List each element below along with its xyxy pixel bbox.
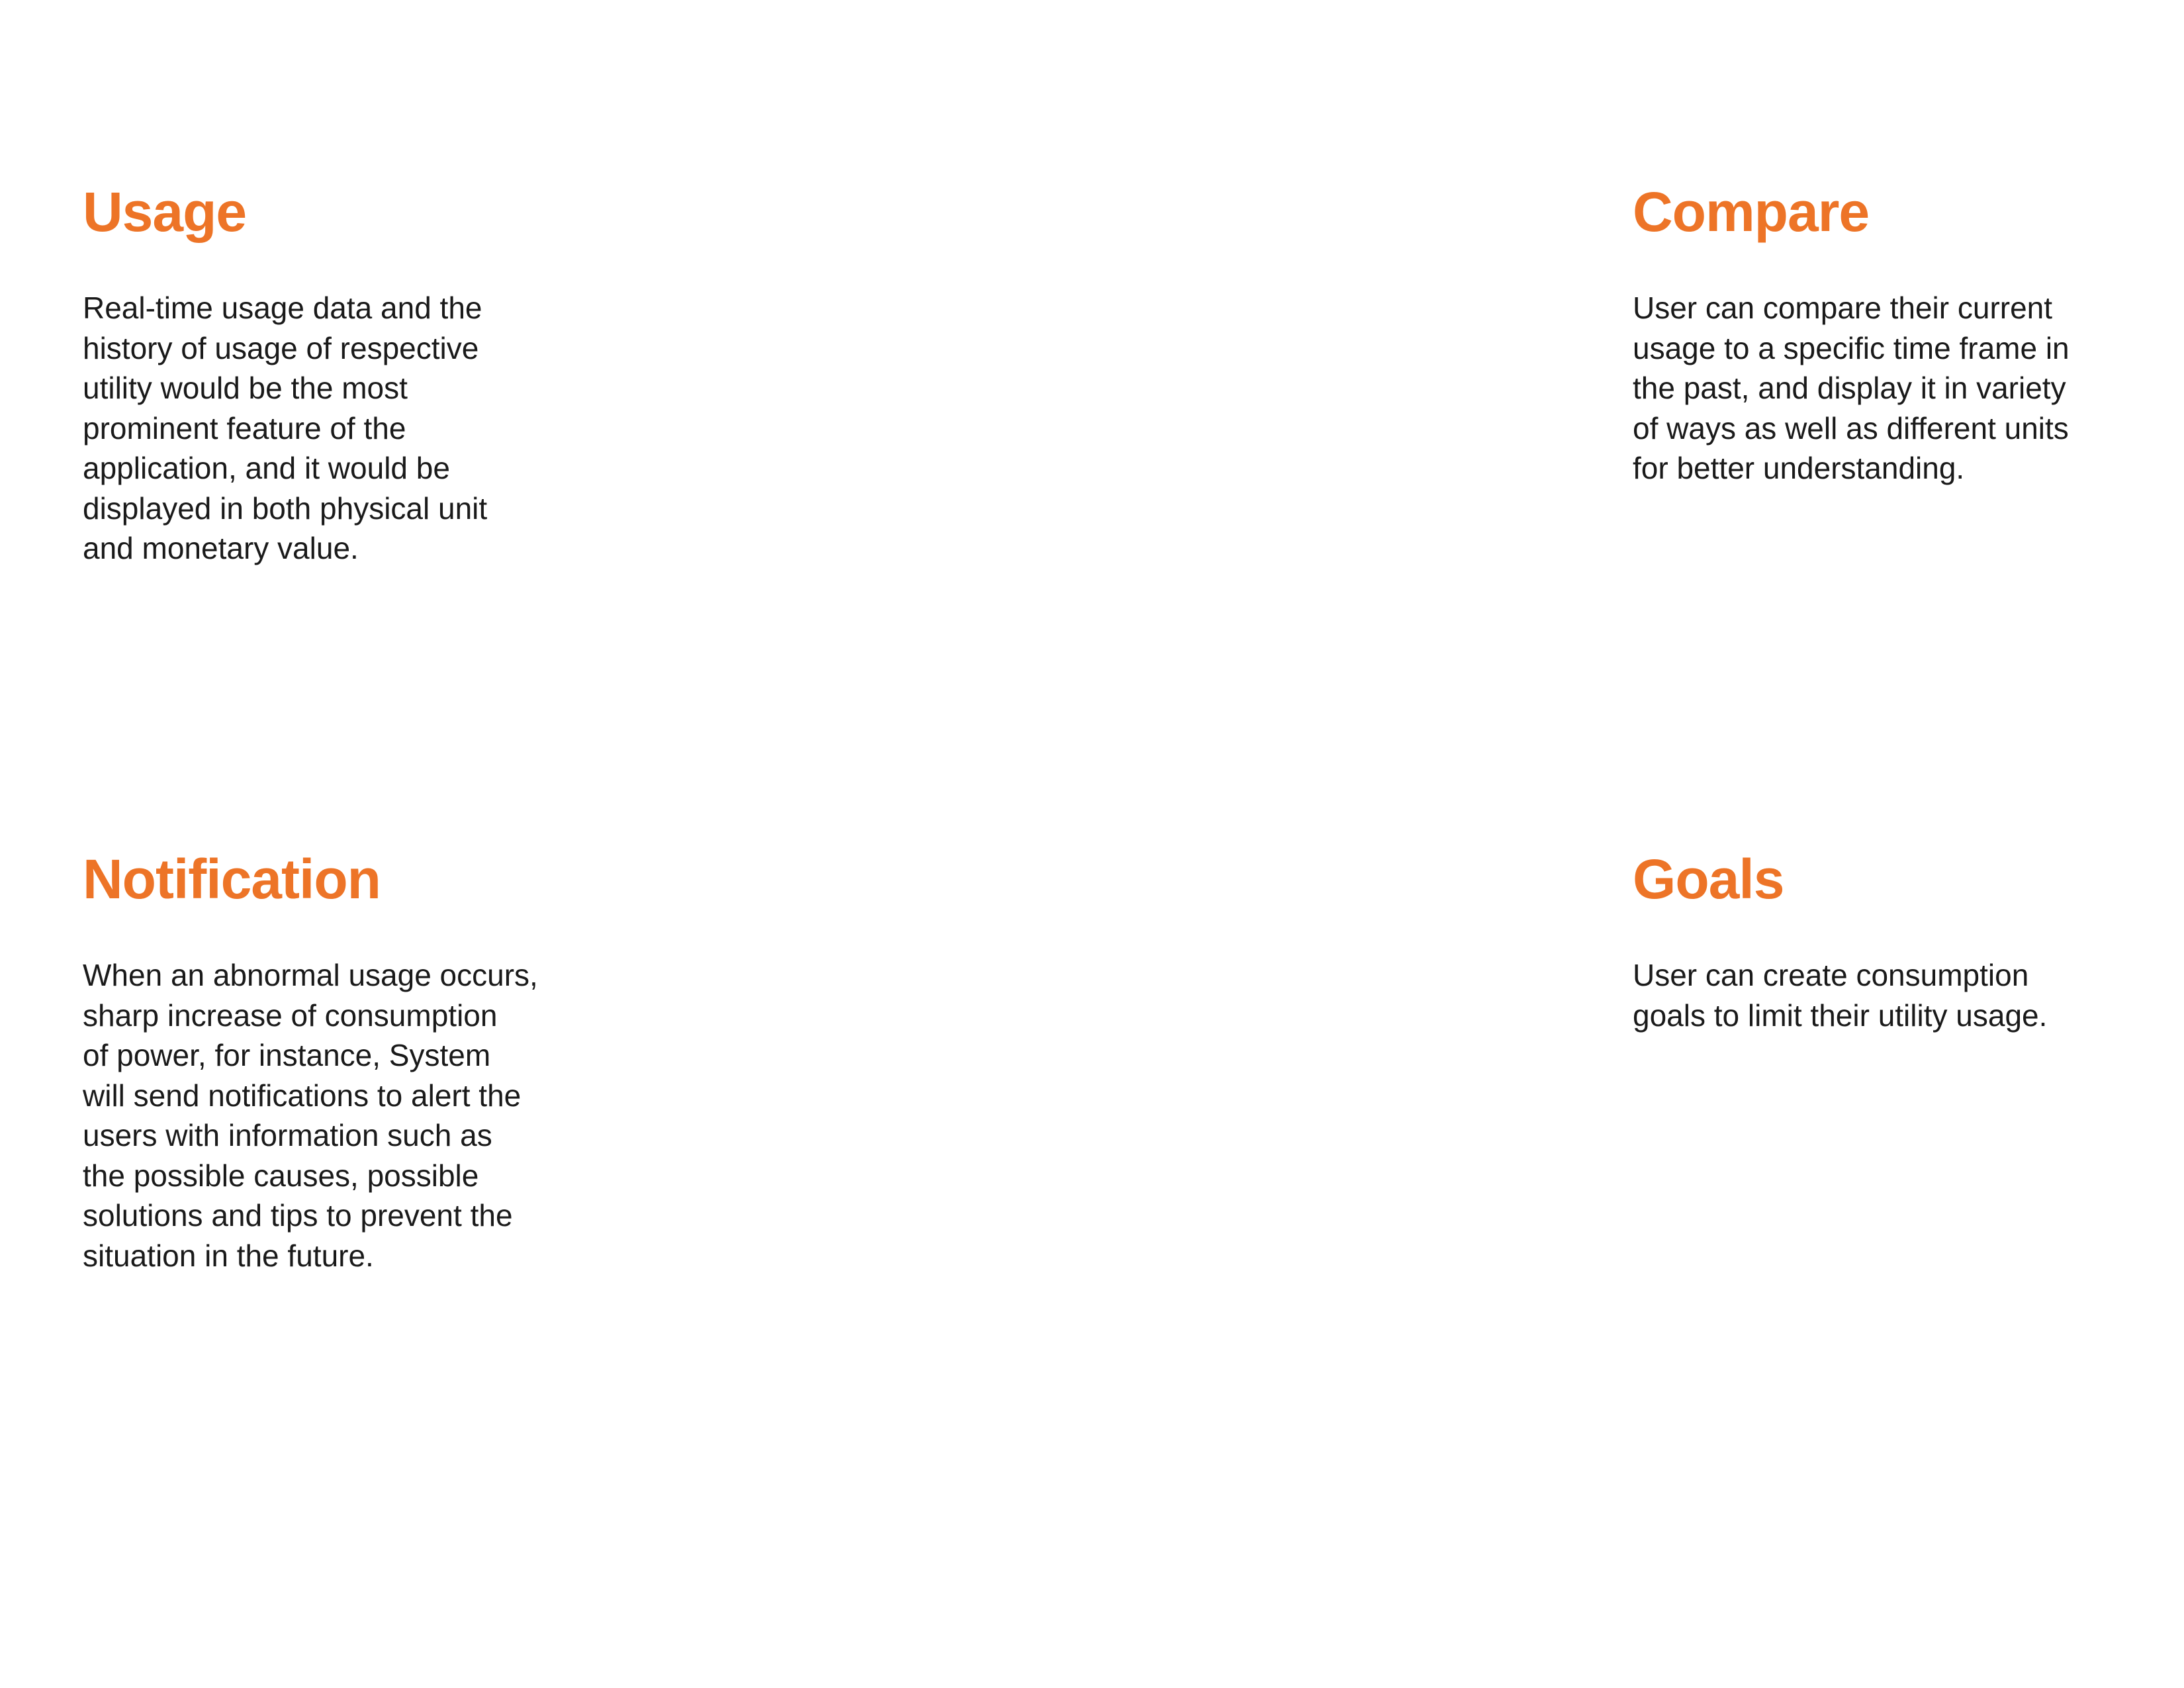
notification-title: Notification — [83, 848, 381, 910]
goals-description-line: goals to limit their utility usage. — [1633, 998, 2048, 1033]
usage-description-line: displayed in both physical unit — [83, 491, 488, 526]
notification-description-line: When an abnormal usage occurs, — [83, 958, 538, 992]
usage-description-line: history of usage of respective — [83, 330, 479, 365]
usage-section: Usage Real-time usage data and the histo… — [83, 179, 487, 569]
usage-title: Usage — [83, 181, 247, 243]
usage-description-line: and monetary value. — [83, 531, 359, 565]
compare-description-line: the past, and display it in variety — [1633, 371, 2066, 405]
usage-description-line: application, and it would be — [83, 451, 450, 485]
compare-title: Compare — [1633, 181, 1870, 243]
notification-description-line: situation in the future. — [83, 1238, 374, 1273]
notification-description-line: solutions and tips to prevent the — [83, 1198, 513, 1233]
notification-description: When an abnormal usage occurs, sharp inc… — [83, 955, 538, 1276]
compare-description-line: for better understanding. — [1633, 451, 1965, 485]
compare-description-line: usage to a specific time frame in — [1633, 330, 2070, 365]
goals-section: Goals User can create consumption goals … — [1633, 846, 2047, 1035]
goals-title: Goals — [1633, 848, 1784, 910]
notification-description-line: the possible causes, possible — [83, 1158, 479, 1193]
compare-description-line: of ways as well as different units — [1633, 410, 2069, 445]
usage-description-line: prominent feature of the — [83, 410, 406, 445]
goals-description: User can create consumption goals to lim… — [1633, 955, 2047, 1035]
compare-description-line: User can compare their current — [1633, 291, 2053, 325]
notification-section: Notification When an abnormal usage occu… — [83, 846, 538, 1276]
goals-description-line: User can create consumption — [1633, 958, 2029, 992]
usage-description-line: Real-time usage data and the — [83, 291, 482, 325]
compare-section: Compare User can compare their current u… — [1633, 179, 2070, 489]
usage-description: Real-time usage data and the history of … — [83, 288, 487, 569]
usage-description-line: utility would be the most — [83, 371, 408, 405]
compare-description: User can compare their current usage to … — [1633, 288, 2070, 489]
notification-description-line: of power, for instance, System — [83, 1038, 491, 1072]
notification-description-line: sharp increase of consumption — [83, 998, 498, 1033]
notification-description-line: will send notifications to alert the — [83, 1078, 522, 1113]
notification-description-line: users with information such as — [83, 1118, 492, 1152]
